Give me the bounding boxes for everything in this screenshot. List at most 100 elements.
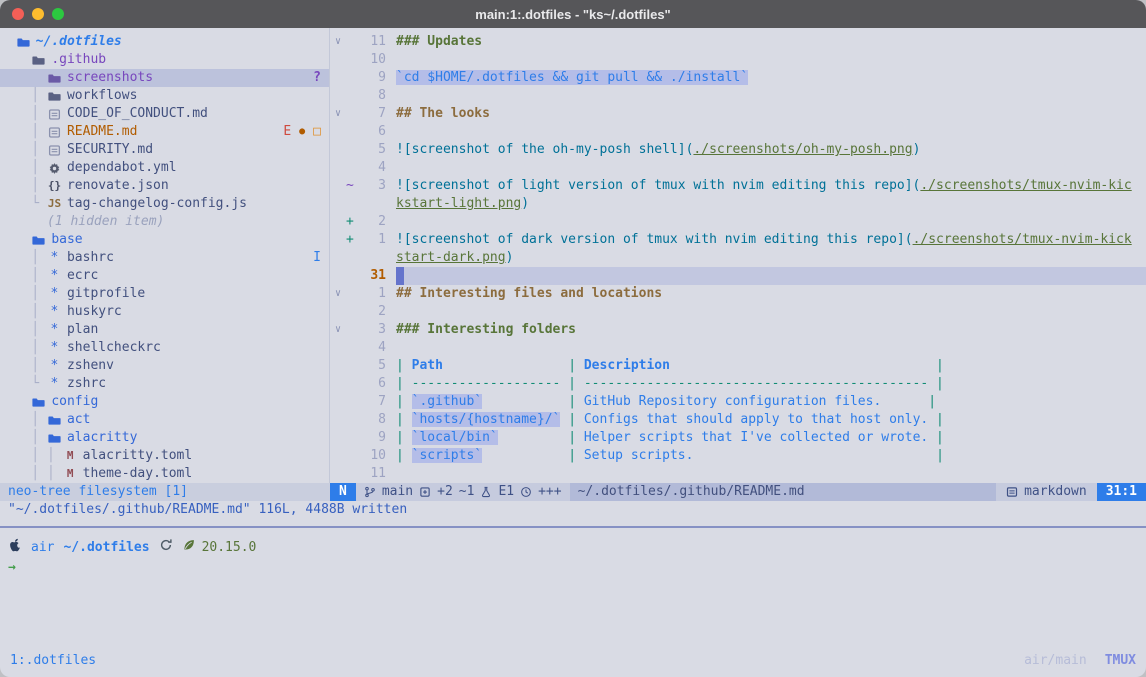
terminal-window: main:1:.dotfiles - "ks~/.dotfiles" ~/.do…	[0, 0, 1146, 677]
tree-item[interactable]: │ *zshenv	[0, 357, 329, 375]
tree-item[interactable]: │ dependabot.yml	[0, 159, 329, 177]
indent-guides: │	[0, 87, 47, 105]
editor-line[interactable]: +2	[330, 213, 1146, 231]
fold-marker	[330, 249, 346, 267]
editor-line[interactable]: 7| `.github` | GitHub Repository configu…	[330, 393, 1146, 411]
editor-line[interactable]: 6| ------------------- | ---------------…	[330, 375, 1146, 393]
tree-item[interactable]: │ *huskyrc	[0, 303, 329, 321]
tree-item[interactable]: └ JStag-changelog-config.js	[0, 195, 329, 213]
line-number: 5	[358, 141, 386, 159]
line-number: 11	[358, 33, 386, 51]
star-icon: *	[47, 321, 62, 339]
editor-line[interactable]: 4	[330, 159, 1146, 177]
fold-marker[interactable]: ∨	[330, 285, 346, 303]
tree-item[interactable]: │ │ Mtheme-day.toml	[0, 465, 329, 483]
editor-line[interactable]: 9`cd $HOME/.dotfiles && git pull && ./in…	[330, 69, 1146, 87]
indent-guides: │	[0, 267, 47, 285]
folder-icon	[31, 234, 46, 247]
editor-line[interactable]: 5| Path | Description |	[330, 357, 1146, 375]
fold-marker[interactable]: ∨	[330, 33, 346, 51]
tree-item-label: plan	[67, 321, 98, 339]
tree-item[interactable]: config	[0, 393, 329, 411]
editor-line[interactable]: +1![screenshot of dark version of tmux w…	[330, 231, 1146, 249]
tree-item[interactable]: │ {}renovate.json	[0, 177, 329, 195]
fold-marker	[330, 195, 346, 213]
prompt-path: ~/.dotfiles	[63, 539, 149, 557]
line-number: 8	[358, 87, 386, 105]
fold-marker	[330, 69, 346, 87]
line-number: 2	[358, 303, 386, 321]
editor-line[interactable]: start-dark.png)	[330, 249, 1146, 267]
prompt-arrow[interactable]: →	[8, 559, 1146, 577]
node-version-segment: 20.15.0	[182, 538, 257, 558]
tree-item-badges: E●□	[283, 123, 321, 141]
indent-guides: │	[0, 249, 47, 267]
braces-icon: {}	[47, 177, 62, 195]
editor-line[interactable]: 10	[330, 51, 1146, 69]
close-button[interactable]	[12, 8, 24, 20]
editor-line[interactable]: 10| `scripts` | Setup scripts. |	[330, 447, 1146, 465]
editor-line[interactable]: ∨11### Updates	[330, 33, 1146, 51]
editor-line[interactable]: ∨3### Interesting folders	[330, 321, 1146, 339]
tree-item[interactable]: base	[0, 231, 329, 249]
indent-guides: │	[0, 285, 47, 303]
editor-line[interactable]: 31	[330, 267, 1146, 285]
prompt-host: air	[31, 539, 54, 557]
tree-item[interactable]: screenshots?	[0, 69, 329, 87]
git-sign	[346, 267, 358, 285]
tree-item-label: ecrc	[67, 267, 98, 285]
folder-icon	[47, 432, 62, 445]
tree-item[interactable]: └ *zshrc	[0, 375, 329, 393]
editor-line[interactable]: 11	[330, 465, 1146, 483]
fold-marker[interactable]: ∨	[330, 321, 346, 339]
editor-line[interactable]: ∨1## Interesting files and locations	[330, 285, 1146, 303]
editor-line[interactable]: 6	[330, 123, 1146, 141]
git-sign	[346, 285, 358, 303]
editor-line[interactable]: 5![screenshot of the oh-my-posh shell](.…	[330, 141, 1146, 159]
editor-line[interactable]: ∨7## The looks	[330, 105, 1146, 123]
apple-icon	[8, 538, 22, 558]
editor-line[interactable]: ~3![screenshot of light version of tmux …	[330, 177, 1146, 195]
tree-item[interactable]: .github	[0, 51, 329, 69]
fold-marker[interactable]: ∨	[330, 105, 346, 123]
line-number: 3	[358, 321, 386, 339]
js-icon: JS	[47, 195, 62, 213]
editor-line[interactable]: 8	[330, 87, 1146, 105]
file-icon	[47, 144, 62, 157]
tree-item[interactable]: │ alacritty	[0, 429, 329, 447]
fold-marker	[330, 393, 346, 411]
zoom-button[interactable]	[52, 8, 64, 20]
line-number: 5	[358, 357, 386, 375]
tree-item[interactable]: │ README.mdE●□	[0, 123, 329, 141]
status-badge: ?	[313, 69, 321, 87]
tree-item[interactable]: │ *bashrcI	[0, 249, 329, 267]
indent-guides	[0, 213, 47, 231]
editor-line[interactable]: kstart-light.png)	[330, 195, 1146, 213]
tree-item[interactable]: (1 hidden item)	[0, 213, 329, 231]
tree-item[interactable]: │ SECURITY.md	[0, 141, 329, 159]
tree-item[interactable]: │ act	[0, 411, 329, 429]
tree-item[interactable]: │ *shellcheckrc	[0, 339, 329, 357]
tree-item[interactable]: ~/.dotfiles	[0, 33, 329, 51]
git-sign: +	[346, 213, 358, 231]
tree-item[interactable]: │ *plan	[0, 321, 329, 339]
minimize-button[interactable]	[32, 8, 44, 20]
traffic-lights	[12, 8, 64, 20]
tmux-status-bar: 1:.dotfiles air/main TMUX	[0, 645, 1146, 677]
statusline: neo-tree filesystem [1] N main +2 ~1 E1 …	[0, 483, 1146, 501]
indent-guides	[0, 393, 31, 411]
tmux-window-tab[interactable]: 1:.dotfiles	[10, 652, 96, 670]
editor-line[interactable]: 8| `hosts/{hostname}/` | Configs that sh…	[330, 411, 1146, 429]
line-text: | `scripts` | Setup scripts. |	[396, 447, 1146, 465]
indent-guides	[0, 231, 31, 249]
editor-line[interactable]: 9| `local/bin` | Helper scripts that I'v…	[330, 429, 1146, 447]
tree-item[interactable]: │ CODE_OF_CONDUCT.md	[0, 105, 329, 123]
editor-line[interactable]: 2	[330, 303, 1146, 321]
tree-item[interactable]: │ workflows	[0, 87, 329, 105]
tree-item[interactable]: │ *gitprofile	[0, 285, 329, 303]
git-sign	[346, 321, 358, 339]
tree-item[interactable]: │ │ Malacritty.toml	[0, 447, 329, 465]
tree-item[interactable]: │ *ecrc	[0, 267, 329, 285]
indent-guides: │ │	[0, 465, 63, 483]
editor-line[interactable]: 4	[330, 339, 1146, 357]
